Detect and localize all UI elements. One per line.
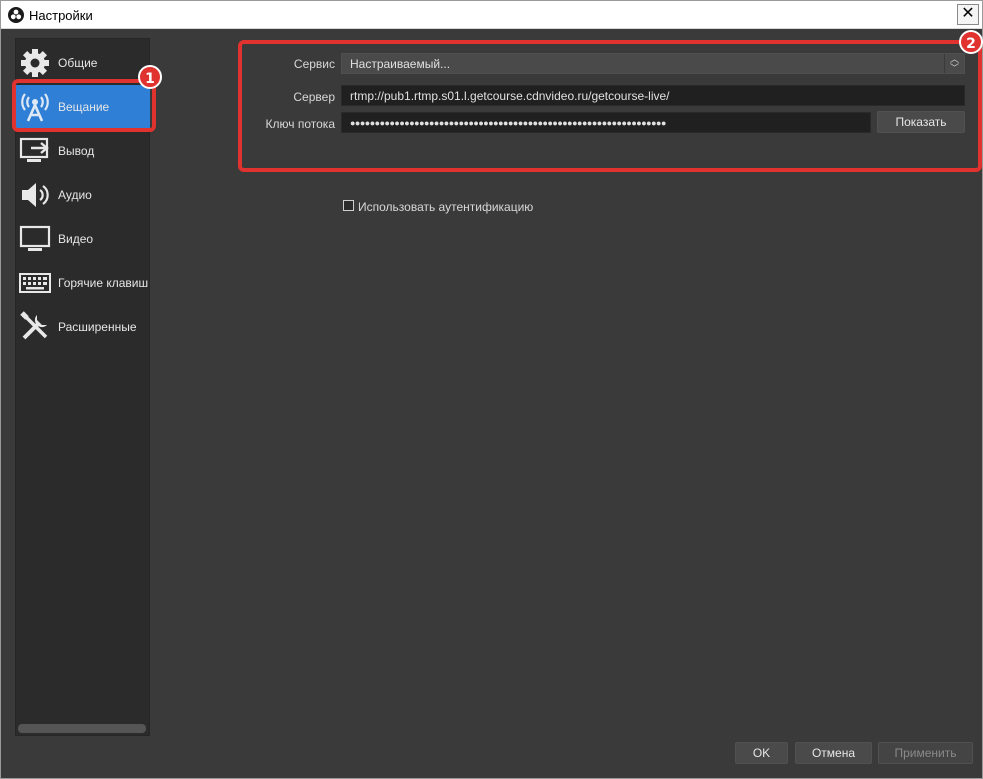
gear-icon bbox=[19, 47, 51, 79]
highlight-stream-tab bbox=[12, 79, 156, 132]
annotation-badge-1: 1 bbox=[138, 65, 162, 89]
auth-checkbox-label[interactable]: Использовать аутентификацию bbox=[358, 200, 533, 214]
sidebar-item-label: Общие bbox=[58, 56, 98, 70]
speaker-icon bbox=[19, 179, 51, 211]
settings-window: Настройки ✕ Общие Вещание Вывод Аудио Ви… bbox=[0, 0, 983, 779]
sidebar-item-output[interactable]: Вывод bbox=[16, 129, 150, 173]
title-bar: Настройки ✕ bbox=[1, 1, 982, 29]
keyboard-icon bbox=[19, 267, 51, 299]
tools-icon bbox=[19, 311, 51, 343]
output-icon bbox=[19, 135, 51, 167]
annotation-badge-2: 2 bbox=[959, 30, 983, 54]
highlight-stream-settings bbox=[238, 40, 982, 172]
obs-logo-icon bbox=[8, 7, 24, 23]
ok-button[interactable]: OK bbox=[735, 742, 788, 764]
sidebar-item-label: Аудио bbox=[58, 188, 92, 202]
close-button[interactable]: ✕ bbox=[957, 4, 979, 25]
sidebar-item-advanced[interactable]: Расширенные bbox=[16, 305, 150, 349]
sidebar-item-audio[interactable]: Аудио bbox=[16, 173, 150, 217]
sidebar-item-hotkeys[interactable]: Горячие клавиш bbox=[16, 261, 150, 305]
window-title: Настройки bbox=[29, 8, 93, 23]
auth-checkbox[interactable] bbox=[343, 200, 354, 211]
sidebar-horizontal-scrollbar[interactable] bbox=[18, 724, 146, 733]
monitor-icon bbox=[19, 223, 51, 255]
sidebar-item-label: Вывод bbox=[58, 144, 95, 158]
settings-sidebar: Общие Вещание Вывод Аудио Видео Горячие … bbox=[15, 38, 150, 736]
apply-button[interactable]: Применить bbox=[878, 742, 973, 764]
sidebar-item-video[interactable]: Видео bbox=[16, 217, 150, 261]
sidebar-item-label: Видео bbox=[58, 232, 94, 246]
close-icon: ✕ bbox=[961, 5, 975, 22]
sidebar-item-label: Горячие клавиш bbox=[58, 276, 149, 290]
sidebar-item-label: Расширенные bbox=[58, 320, 137, 334]
cancel-button[interactable]: Отмена bbox=[795, 742, 872, 764]
